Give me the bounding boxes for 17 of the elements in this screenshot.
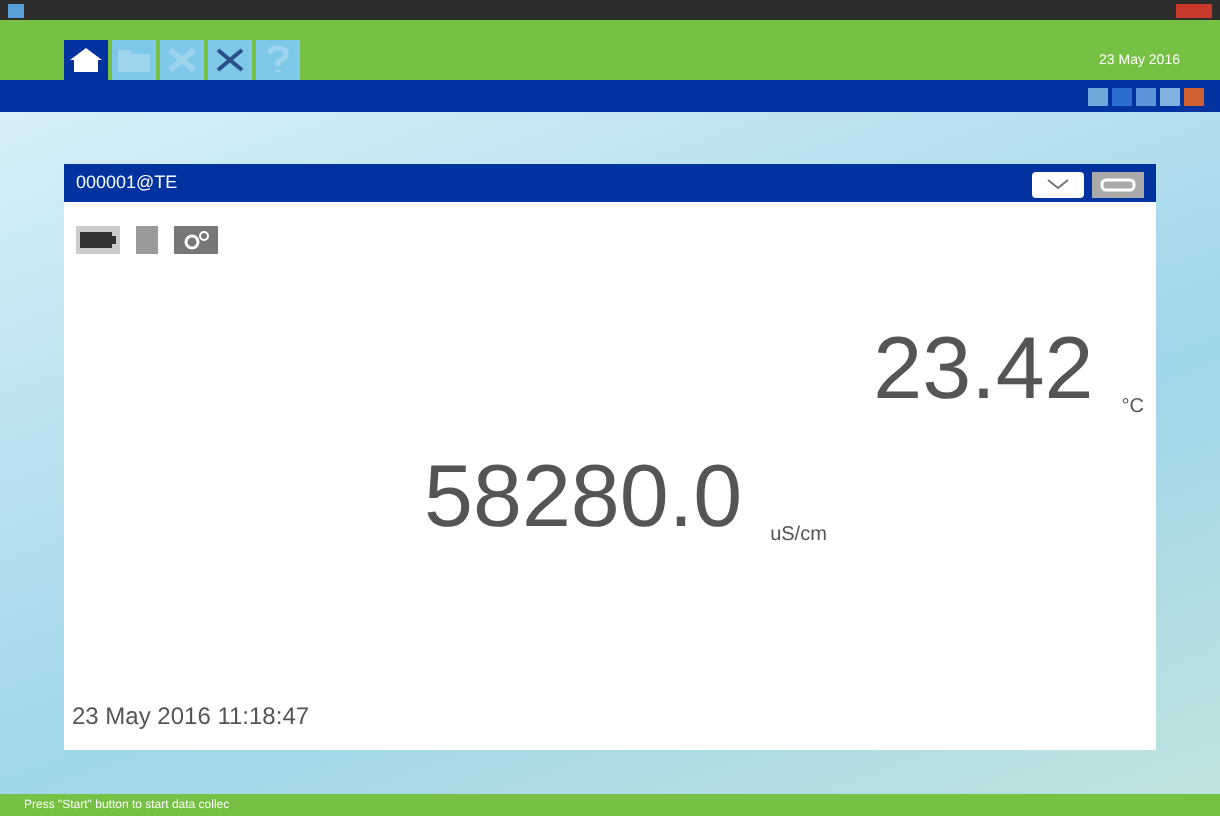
toolbar-tab[interactable] [208,40,252,80]
device-id: 000001@TE [76,169,178,196]
link-icon[interactable] [1092,169,1144,197]
close-button[interactable] [1176,3,1212,17]
conductivity-unit: uS/cm [770,522,827,550]
app-icon [8,3,24,17]
battery-icon [76,226,120,254]
timestamp: 23 May 2016 11:18:47 [70,700,312,734]
toolbar-tab[interactable] [64,40,108,80]
temperature-unit: °C [1121,394,1144,422]
temperature-value: 23.42 [873,326,1094,414]
question-icon [266,46,290,74]
conductivity-value: 58280.0 [424,454,743,542]
folder-icon [116,46,152,74]
memory-card-icon [136,226,158,254]
gears-icon[interactable] [174,226,218,254]
home-icon [68,46,104,74]
